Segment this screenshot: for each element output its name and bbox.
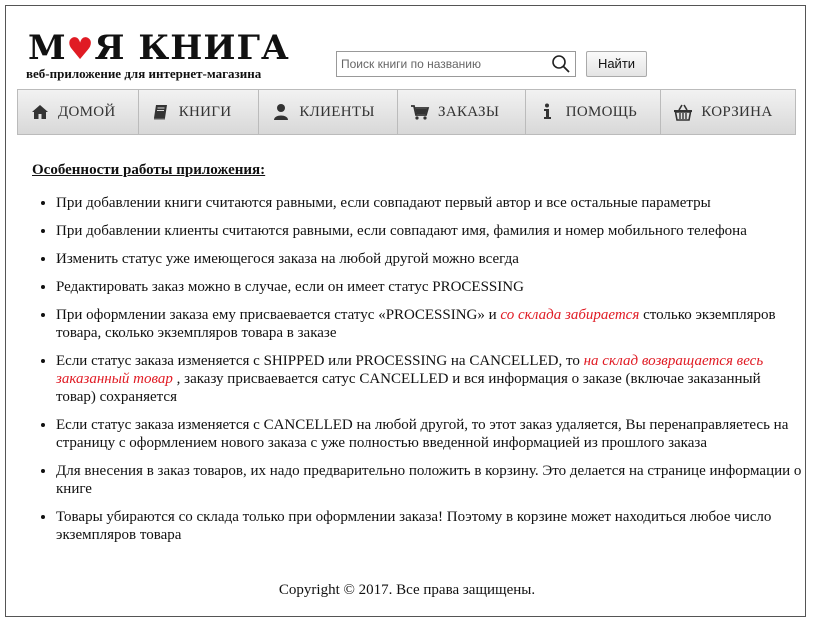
nav-item-books[interactable]: КНИГИ <box>139 90 260 134</box>
search-icon[interactable] <box>551 54 571 74</box>
feature-list: При добавлении книги считаются равными, … <box>32 194 802 544</box>
main-content: Особенности работы приложения: При добав… <box>32 160 802 554</box>
list-item: Товары убираются со склада только при оф… <box>56 508 802 544</box>
main-nav: ДОМОЙ КНИГИ КЛИЕНТЫ ЗАКАЗЫ ПОМОЩЬ КОРЗИН… <box>17 89 796 135</box>
site-logo[interactable]: М♥Я КНИГА веб-приложение для интернет-ма… <box>26 26 316 82</box>
nav-item-help[interactable]: ПОМОЩЬ <box>526 90 662 134</box>
heart-icon: ♥ <box>66 32 95 67</box>
list-item: Если статус заказа изменяется с SHIPPED … <box>56 352 802 406</box>
logo-title: М♥Я КНИГА <box>28 28 290 68</box>
nav-item-label: КОРЗИНА <box>701 103 773 120</box>
home-icon <box>32 105 48 119</box>
user-icon <box>274 104 289 120</box>
logo-subtitle: веб-приложение для интернет-магазина <box>26 66 262 81</box>
search-input[interactable] <box>337 52 555 76</box>
list-item: Для внесения в заказ товаров, их надо пр… <box>56 462 802 498</box>
nav-item-label: ПОМОЩЬ <box>565 103 638 120</box>
footer-copyright: Copyright © 2017. Все права защищены. <box>278 582 536 598</box>
list-item: При добавлении клиенты считаются равными… <box>56 222 802 240</box>
list-item: Редактировать заказ можно в случае, если… <box>56 278 802 296</box>
nav-item-orders[interactable]: ЗАКАЗЫ <box>398 90 526 134</box>
nav-item-label: КЛИЕНТЫ <box>299 103 375 120</box>
nav-item-home[interactable]: ДОМОЙ <box>18 90 139 134</box>
basket-icon <box>674 104 693 121</box>
info-icon <box>543 103 551 119</box>
list-item: При оформлении заказа ему присваевается … <box>56 306 802 342</box>
page-title: Особенности работы приложения: <box>32 162 266 178</box>
search-button[interactable]: Найти <box>586 51 647 77</box>
cart-icon <box>411 105 430 120</box>
list-item-text: Если статус заказа изменяется с SHIPPED … <box>56 353 584 369</box>
list-item-text: При оформлении заказа ему присваевается … <box>56 307 501 323</box>
search-box <box>336 51 576 77</box>
nav-item-basket[interactable]: КОРЗИНА <box>661 90 795 134</box>
nav-item-label: КНИГИ <box>178 103 232 120</box>
highlight-text: со склада забирается <box>500 307 640 323</box>
list-item: Если статус заказа изменяется с CANCELLE… <box>56 416 802 452</box>
book-icon <box>153 105 167 120</box>
nav-item-clients[interactable]: КЛИЕНТЫ <box>259 90 399 134</box>
nav-item-label: ДОМОЙ <box>58 103 116 120</box>
nav-item-label: ЗАКАЗЫ <box>438 103 500 120</box>
list-item: При добавлении книги считаются равными, … <box>56 194 802 212</box>
list-item: Изменить статус уже имеющегося заказа на… <box>56 250 802 268</box>
